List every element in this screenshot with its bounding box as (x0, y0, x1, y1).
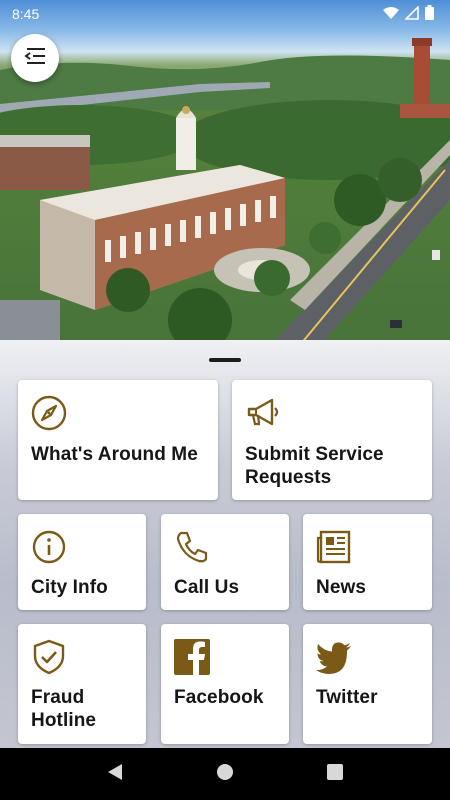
tile-call-us[interactable]: Call Us (161, 514, 289, 610)
tile-submit-service-requests[interactable]: Submit Service Requests (232, 380, 432, 500)
info-icon (30, 528, 68, 566)
home-icon (216, 763, 234, 786)
battery-icon (425, 5, 434, 23)
tile-label: Twitter (316, 687, 378, 708)
tile-label: City Info (31, 577, 108, 598)
tile-fraud-hotline[interactable]: Fraud Hotline (18, 624, 146, 744)
menu-button[interactable] (11, 34, 59, 82)
menu-collapse-icon (23, 46, 47, 71)
shield-check-icon (30, 638, 68, 676)
signal-icon (404, 4, 419, 23)
facebook-icon (173, 638, 211, 676)
newspaper-icon (315, 528, 353, 566)
compass-icon (30, 394, 68, 432)
tile-news[interactable]: News (303, 514, 432, 610)
status-bar: 8:45 (0, 0, 450, 28)
tile-label: Call Us (174, 577, 240, 598)
tile-label: News (316, 577, 367, 598)
tile-label: Submit Service Requests (245, 444, 384, 488)
nav-back-button[interactable] (95, 754, 135, 794)
tile-whats-around-me[interactable]: What's Around Me (18, 380, 218, 500)
tile-twitter[interactable]: Twitter (303, 624, 432, 744)
tile-facebook[interactable]: Facebook (161, 624, 289, 744)
nav-home-button[interactable] (205, 754, 245, 794)
tile-label: Fraud Hotline (31, 687, 97, 731)
back-icon (107, 763, 123, 786)
hero-image (0, 0, 450, 345)
tile-label: Facebook (174, 687, 264, 708)
status-time: 8:45 (12, 6, 40, 22)
tile-city-info[interactable]: City Info (18, 514, 146, 610)
sheet-drag-handle[interactable] (209, 358, 241, 362)
recents-icon (327, 763, 343, 785)
tile-label: What's Around Me (31, 444, 198, 465)
twitter-icon (315, 638, 353, 676)
phone-icon (173, 528, 211, 566)
nav-recents-button[interactable] (315, 754, 355, 794)
megaphone-icon (244, 394, 282, 432)
system-nav-bar (0, 748, 450, 800)
wifi-icon (383, 6, 399, 23)
bottom-sheet: What's Around Me Submit Service Requests… (0, 340, 450, 748)
